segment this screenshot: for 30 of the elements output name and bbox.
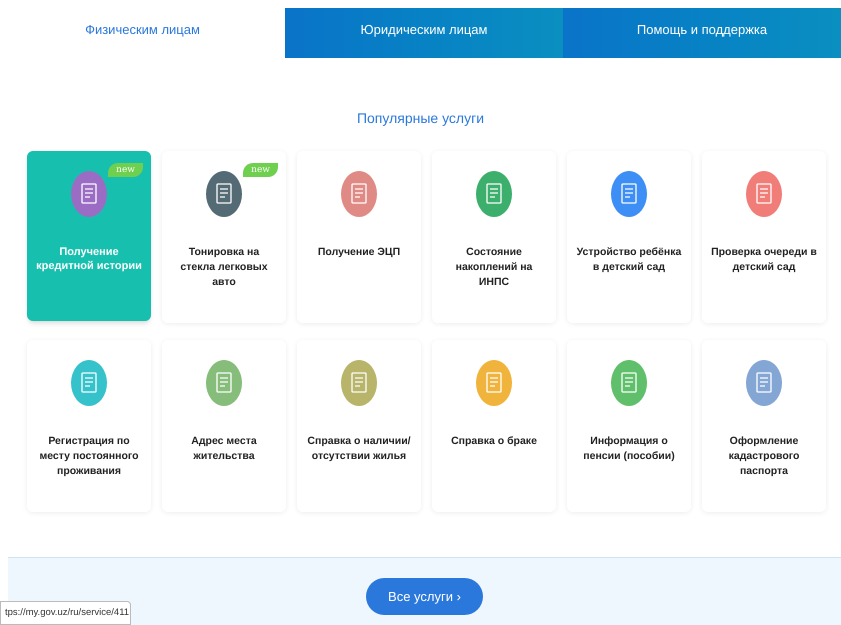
service-card[interactable]: Проверка очереди в детский сад (702, 151, 826, 323)
service-title: Тонировка на стекла легковых авто (179, 245, 269, 290)
service-title: Информация о пенсии (пособии) (582, 434, 676, 464)
service-title: Оформление кадастрового паспорта (728, 434, 800, 479)
new-badge: new (243, 163, 278, 177)
service-title: Проверка очереди в детский сад (710, 245, 818, 275)
service-card[interactable]: new Тонировка на стекла легковых авто (162, 151, 286, 323)
service-card[interactable]: Устройство ребёнка в детский сад (567, 151, 691, 323)
service-card[interactable]: Регистрация по месту постоянного проживания (27, 340, 151, 512)
service-title: Устройство ребёнка в детский сад (576, 245, 682, 275)
service-title: Адрес места жительства (190, 434, 258, 464)
service-card[interactable]: Справка о браке (432, 340, 556, 512)
service-title: Состояние накоплений на ИНПС (454, 245, 534, 290)
service-title: Получение ЭЦП (318, 245, 400, 260)
service-card[interactable]: Состояние накоплений на ИНПС (432, 151, 556, 323)
new-badge: new (108, 163, 143, 177)
service-card[interactable]: Информация о пенсии (пособии) (567, 340, 691, 512)
service-title: Получение кредитной истории (35, 245, 143, 273)
service-card[interactable]: Адрес места жительства (162, 340, 286, 512)
all-services-button[interactable]: Все услуги › (366, 578, 483, 615)
nav-tab[interactable]: Юридическим лицам (285, 8, 563, 58)
nav-tab[interactable]: Помощь и поддержка (563, 8, 841, 58)
service-title: Справка о наличии/ отсутствии жилья (306, 434, 412, 464)
status-url: tps://my.gov.uz/ru/service/411 (0, 601, 131, 625)
service-card[interactable]: Справка о наличии/ отсутствии жилья (297, 340, 421, 512)
service-card[interactable]: Оформление кадастрового паспорта (702, 340, 826, 512)
service-title: Справка о браке (451, 434, 537, 449)
service-card[interactable]: Получение ЭЦП (297, 151, 421, 323)
section-title: Популярные услуги (356, 109, 486, 128)
service-title: Регистрация по месту постоянного проживания (38, 434, 140, 479)
